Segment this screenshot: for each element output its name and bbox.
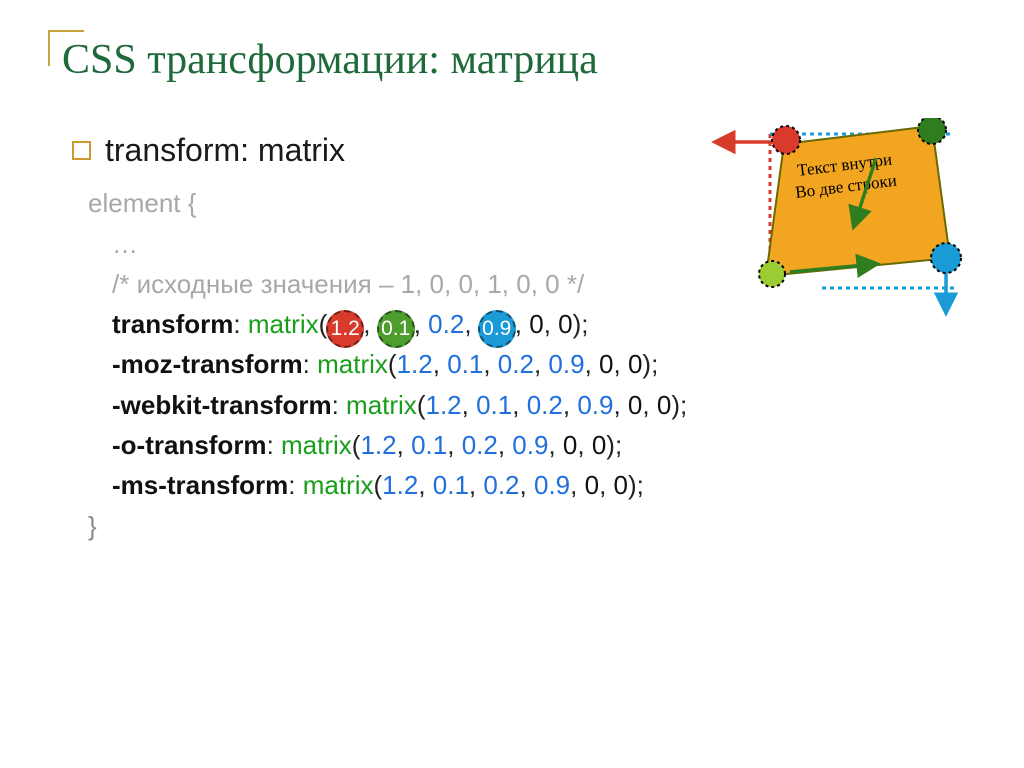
code-arg: 1.2	[397, 349, 433, 379]
code-line: -ms-transform: matrix(1.2, 0.1, 0.2, 0.9…	[88, 465, 982, 505]
code-property: -moz-transform	[112, 349, 303, 379]
code-property: -ms-transform	[112, 470, 288, 500]
code-property: -o-transform	[112, 430, 267, 460]
arg-chip: 0.1	[377, 310, 415, 348]
code-arg: 0.9	[512, 430, 548, 460]
code-arg: 0.1	[433, 470, 469, 500]
code-func: matrix	[303, 470, 374, 500]
code-line: -webkit-transform: matrix(1.2, 0.1, 0.2,…	[88, 385, 982, 425]
code-line: -moz-transform: matrix(1.2, 0.1, 0.2, 0.…	[88, 344, 982, 384]
arg-chip: 1.2	[326, 310, 364, 348]
code-arg: 0.1	[447, 349, 483, 379]
code-arg: 0.9	[548, 349, 584, 379]
corner-decoration	[48, 30, 84, 66]
code-arg: 0	[628, 349, 642, 379]
code-func: matrix	[346, 390, 417, 420]
code-selector: element {	[88, 188, 196, 218]
code-arg: 0	[592, 430, 606, 460]
code-arg: 0	[657, 390, 671, 420]
code-arg: 0.1	[411, 430, 447, 460]
code-line: -o-transform: matrix(1.2, 0.1, 0.2, 0.9,…	[88, 425, 982, 465]
code-arg: 0.2	[462, 430, 498, 460]
code-arg: 0	[585, 470, 599, 500]
code-func: matrix	[248, 309, 319, 339]
code-arg: 0	[614, 470, 628, 500]
code-property: -webkit-transform	[112, 390, 332, 420]
arg-chip: 0.9	[478, 310, 516, 348]
code-comment: /* исходные значения – 1, 0, 0, 1, 0, 0 …	[112, 269, 584, 299]
code-func: matrix	[281, 430, 352, 460]
code-ellipsis: …	[112, 229, 138, 259]
code-arg: 0.2	[527, 390, 563, 420]
code-property: transform	[112, 309, 233, 339]
code-arg: 0	[529, 309, 543, 339]
bullet-item: transform: matrix	[72, 132, 982, 169]
code-line: transform: matrix(1.2, 0.1, 0.2, 0.9, 0,…	[88, 304, 982, 344]
code-arg: 0.1	[476, 390, 512, 420]
code-arg: 1.2	[360, 430, 396, 460]
code-close: }	[88, 511, 97, 541]
code-arg: 0	[599, 349, 613, 379]
code-arg: 0	[628, 390, 642, 420]
code-arg: 0.2	[483, 470, 519, 500]
code-arg: 1.2	[382, 470, 418, 500]
bullet-text: transform: matrix	[105, 132, 345, 169]
code-arg: 0	[558, 309, 572, 339]
code-arg: 0	[563, 430, 577, 460]
code-arg: 0.9	[577, 390, 613, 420]
code-arg: 0.9	[534, 470, 570, 500]
code-arg: 0.2	[498, 349, 534, 379]
slide: CSS трансформации: матрица transform: ma…	[0, 0, 1024, 768]
code-block: element { … /* исходные значения – 1, 0,…	[88, 183, 982, 546]
bullet-icon	[72, 141, 91, 160]
page-title: CSS трансформации: матрица	[62, 36, 982, 84]
code-func: matrix	[317, 349, 388, 379]
code-arg: 1.2	[425, 390, 461, 420]
code-arg: 0.2	[428, 309, 464, 339]
